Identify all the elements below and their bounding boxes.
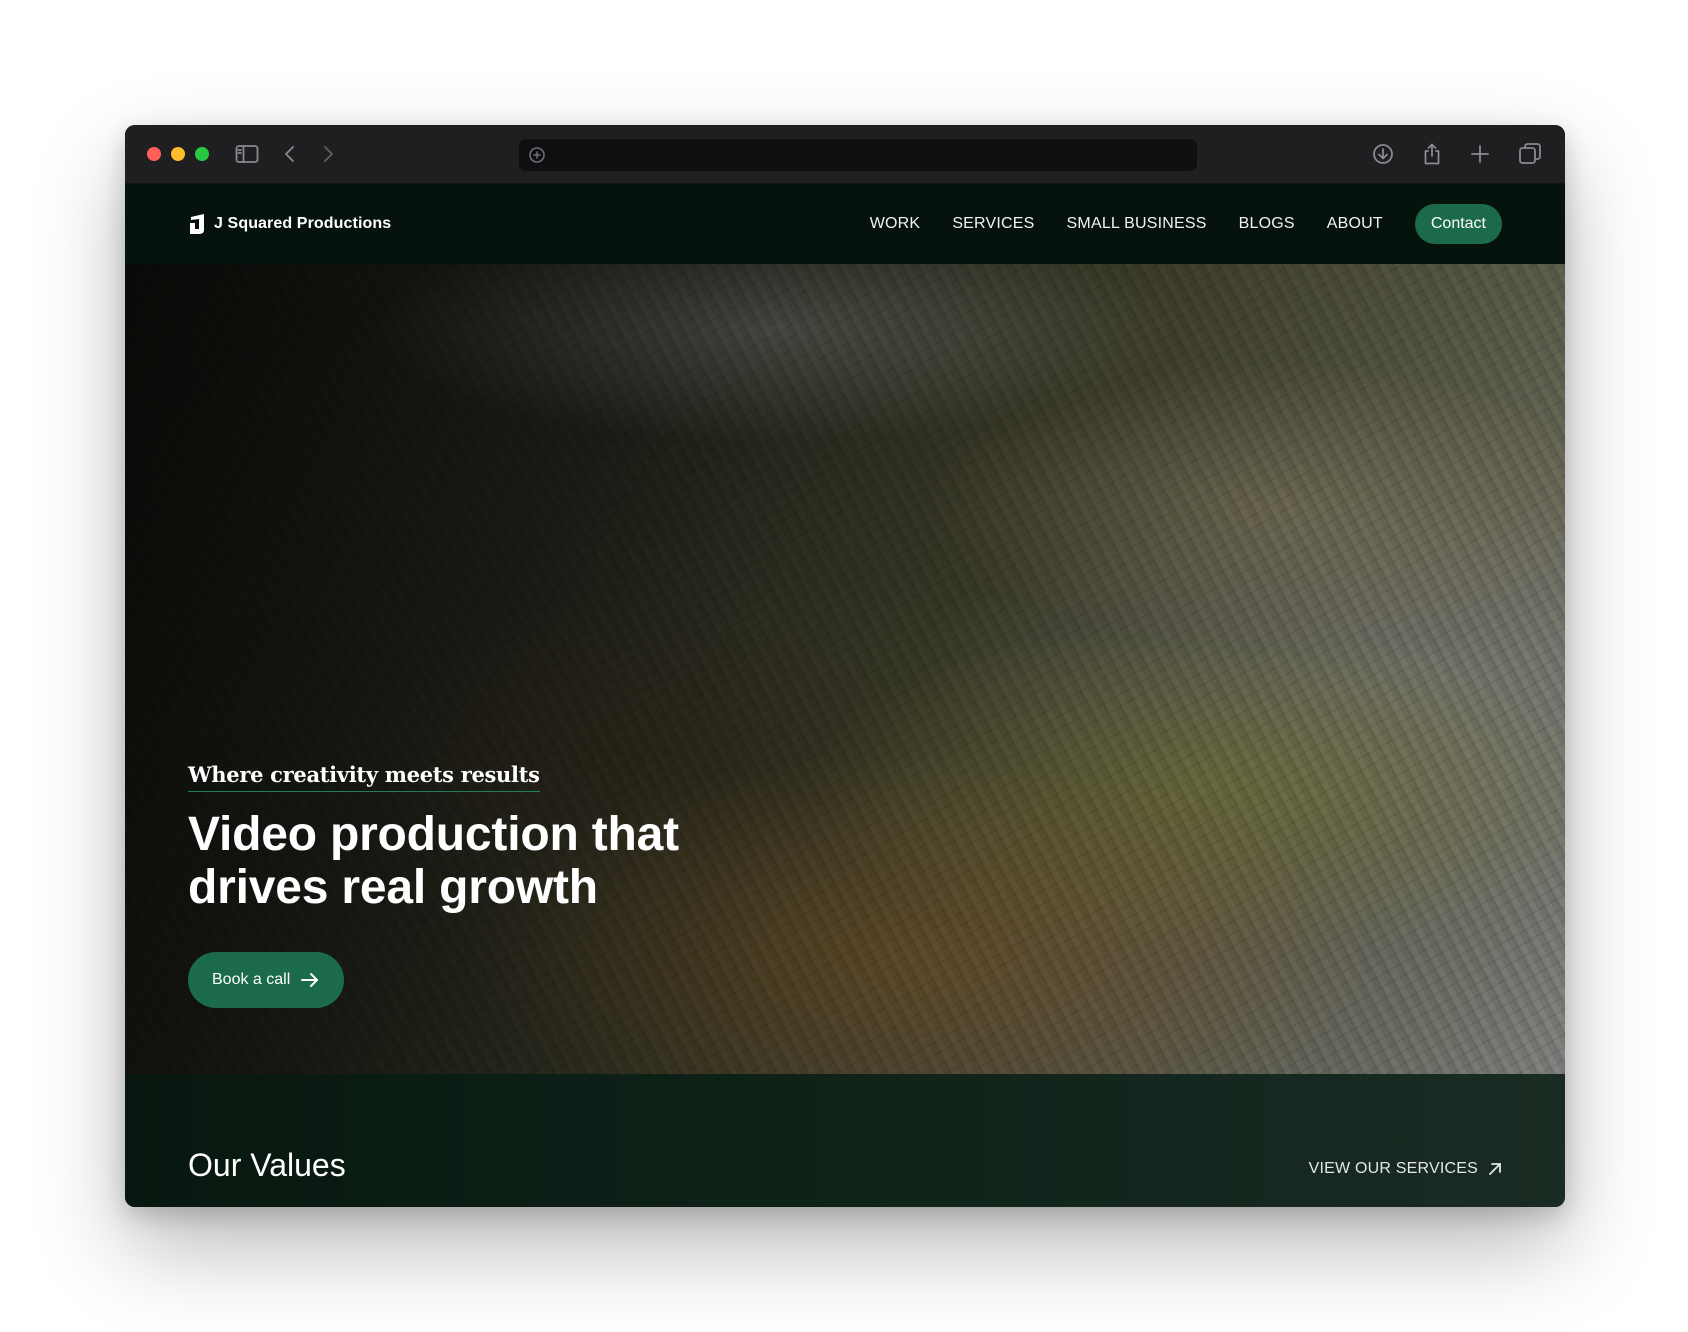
brand-logo-icon (190, 214, 204, 234)
hero-content: Where creativity meets results Video pro… (188, 762, 748, 1008)
address-bar[interactable] (519, 139, 1197, 171)
hero-eyebrow: Where creativity meets results (188, 762, 540, 792)
nav-link-blogs[interactable]: BLOGS (1239, 215, 1295, 233)
view-services-label: VIEW OUR SERVICES (1308, 1160, 1478, 1177)
nav-link-work[interactable]: WORK (870, 215, 921, 233)
browser-window: J Squared Productions WORK SERVICES SMAL… (125, 125, 1565, 1207)
sidebar-icon[interactable] (232, 139, 262, 169)
nav-link-small-business[interactable]: SMALL BUSINESS (1067, 215, 1207, 233)
hero-headline: Video production that drives real growth (188, 808, 679, 914)
minimize-window-button[interactable] (171, 147, 185, 161)
arrow-right-icon (301, 973, 319, 987)
zoom-window-button[interactable] (195, 147, 209, 161)
download-icon[interactable] (1368, 139, 1398, 169)
back-icon[interactable] (275, 139, 305, 169)
book-a-call-button[interactable]: Book a call (188, 952, 345, 1008)
nav-link-about[interactable]: ABOUT (1327, 215, 1383, 233)
book-a-call-label: Book a call (212, 971, 291, 988)
contact-button[interactable]: Contact (1414, 204, 1502, 244)
values-section: Our Values VIEW OUR SERVICES (125, 1074, 1565, 1207)
browser-toolbar (125, 125, 1565, 184)
forward-icon[interactable] (313, 139, 343, 169)
share-icon[interactable] (1417, 139, 1447, 169)
tabs-overview-icon[interactable] (1515, 139, 1545, 169)
brand-name: J Squared Productions (214, 215, 392, 232)
site-info-icon[interactable] (527, 145, 547, 165)
new-tab-icon[interactable] (1465, 139, 1495, 169)
section-title: Our Values (188, 1147, 346, 1183)
close-window-button[interactable] (147, 147, 161, 161)
view-services-link[interactable]: VIEW OUR SERVICES (1309, 1160, 1502, 1178)
arrow-up-right-icon (1489, 1163, 1501, 1175)
brand-logo-link[interactable]: J Squared Productions (188, 213, 391, 235)
site-header: J Squared Productions WORK SERVICES SMAL… (125, 184, 1565, 264)
hero-section: Where creativity meets results Video pro… (125, 264, 1565, 1074)
website: J Squared Productions WORK SERVICES SMAL… (125, 184, 1565, 1207)
nav-link-services[interactable]: SERVICES (952, 215, 1034, 233)
main-navigation: WORK SERVICES SMALL BUSINESS BLOGS ABOUT (870, 215, 1383, 233)
